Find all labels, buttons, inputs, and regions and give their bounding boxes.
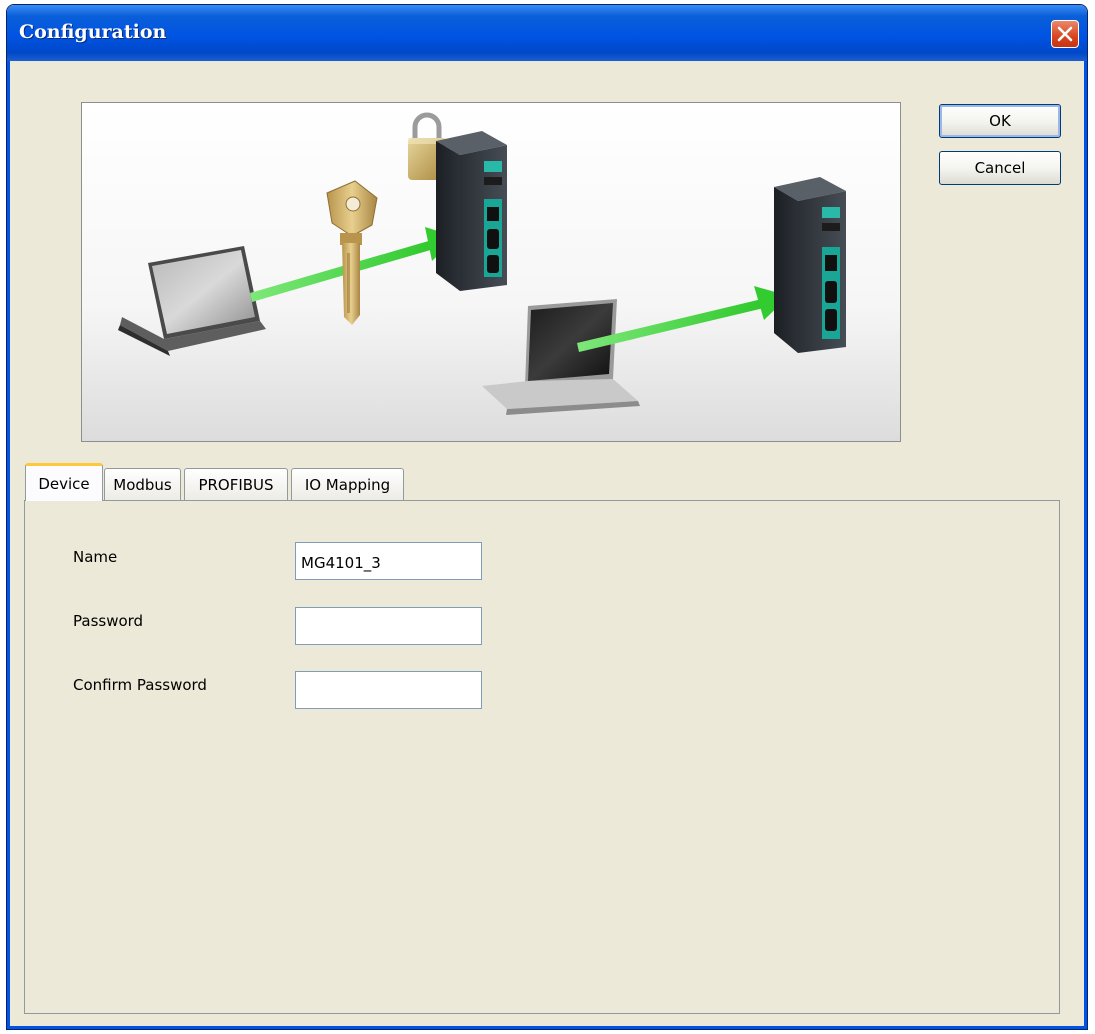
- gateway-device-1-icon: [436, 131, 507, 291]
- ok-button[interactable]: OK: [939, 104, 1061, 138]
- name-label: Name: [73, 548, 118, 566]
- confirm-password-field[interactable]: [295, 671, 482, 709]
- device-tab-panel: [24, 500, 1060, 1014]
- tab-profibus[interactable]: PROFIBUS: [184, 468, 288, 501]
- close-icon: [1057, 26, 1073, 42]
- tab-modbus[interactable]: Modbus: [104, 468, 181, 501]
- header-illustration: [81, 102, 901, 442]
- password-label: Password: [73, 612, 144, 630]
- tab-io-mapping[interactable]: IO Mapping: [291, 468, 404, 501]
- cancel-button[interactable]: Cancel: [939, 151, 1061, 185]
- name-field[interactable]: [295, 542, 482, 580]
- network-illustration: [82, 103, 900, 441]
- window-title: Configuration: [19, 21, 167, 43]
- window-frame-left: [7, 61, 10, 1029]
- window-frame-bottom: [7, 1026, 1087, 1029]
- password-field[interactable]: [295, 607, 482, 645]
- close-button[interactable]: [1051, 20, 1079, 48]
- window-frame-right: [1084, 61, 1087, 1029]
- confirm-password-label: Confirm Password: [73, 676, 207, 694]
- gateway-device-2-icon: [774, 177, 846, 353]
- title-bar[interactable]: Configuration: [7, 5, 1087, 61]
- tab-device[interactable]: Device: [25, 463, 103, 501]
